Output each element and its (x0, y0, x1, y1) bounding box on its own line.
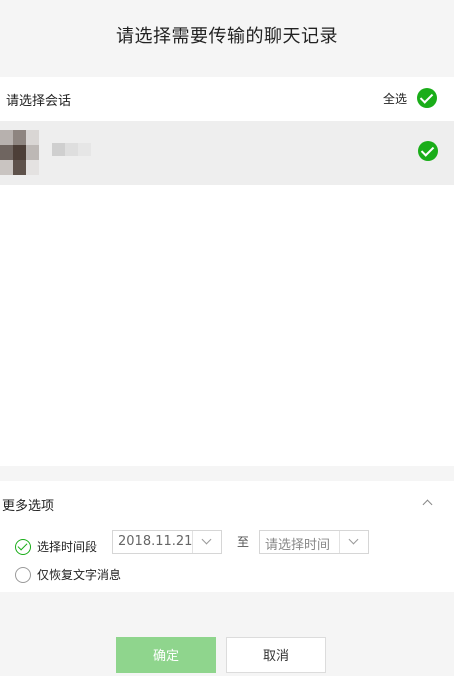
time-range-option[interactable]: 选择时间段 (15, 538, 97, 555)
chevron-down-icon[interactable] (339, 531, 368, 553)
chat-list-area (0, 185, 454, 466)
select-all-label: 全选 (382, 91, 407, 106)
start-date-select[interactable]: 2018.11.21 (112, 530, 222, 554)
page-title: 请选择需要传输的聊天记录 (116, 26, 338, 47)
check-icon[interactable] (417, 88, 437, 108)
time-range-label: 选择时间段 (37, 540, 98, 554)
chat-list-item[interactable] (0, 121, 454, 185)
more-options-header: 更多选项 (2, 499, 55, 514)
chevron-down-icon[interactable] (192, 531, 221, 553)
blurred-name (52, 143, 91, 156)
section-label: 请选择会话 (6, 94, 72, 109)
text-only-option[interactable]: 仅恢复文字消息 (15, 566, 121, 583)
check-icon[interactable] (418, 141, 438, 161)
checked-radio-icon[interactable] (15, 538, 31, 555)
chevron-up-icon[interactable] (422, 497, 434, 507)
start-date-value: 2018.11.21 (118, 534, 193, 549)
text-only-label: 仅恢复文字消息 (37, 568, 122, 582)
confirm-button[interactable]: 确定 (116, 637, 216, 673)
radio-icon[interactable] (15, 566, 31, 583)
blurred-avatar-icon (0, 130, 40, 176)
session-section-header: 请选择会话 全选 (0, 77, 454, 121)
cancel-button[interactable]: 取消 (226, 637, 326, 673)
end-date-placeholder: 请选择时间 (265, 538, 331, 553)
range-separator: 至 (237, 535, 250, 549)
select-all-toggle[interactable]: 全选 (383, 88, 437, 108)
end-date-select[interactable]: 请选择时间 (259, 530, 369, 554)
